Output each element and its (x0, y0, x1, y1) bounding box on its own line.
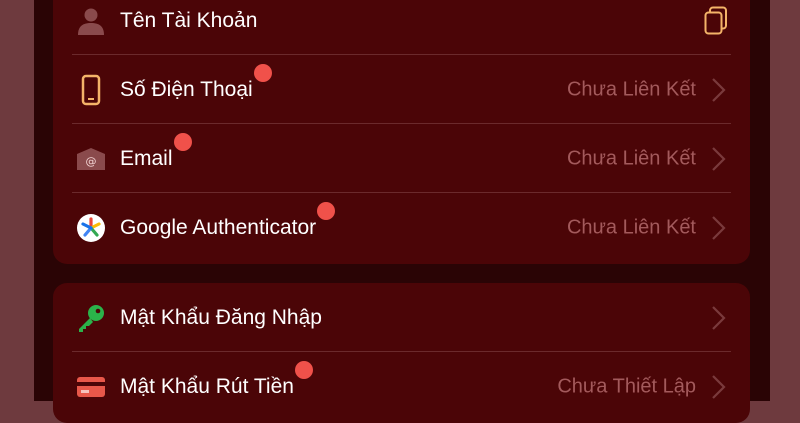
row-account-name[interactable]: Tên Tài Khoản (53, 0, 750, 55)
chevron-right-icon[interactable] (710, 305, 726, 331)
email-icon: @ (74, 142, 108, 176)
notification-dot (173, 132, 192, 151)
notification-dot (317, 201, 336, 220)
row-label: Email (120, 132, 192, 171)
row-label: Mật Khẩu Rút Tiền (120, 360, 313, 399)
user-icon (74, 4, 108, 38)
chevron-right-icon[interactable] (710, 374, 726, 400)
security-section: Mật Khẩu Đăng Nhập Mật Khẩu Rút Tiền Chư… (53, 283, 750, 423)
chevron-right-icon[interactable] (710, 215, 726, 241)
row-login-password[interactable]: Mật Khẩu Đăng Nhập (53, 283, 750, 352)
row-label: Số Điện Thoại (120, 63, 272, 102)
key-icon (74, 301, 108, 335)
row-status: Chưa Liên Kết (566, 78, 696, 100)
chevron-right-icon[interactable] (710, 146, 726, 172)
google-authenticator-icon (74, 211, 108, 245)
row-withdraw-password[interactable]: Mật Khẩu Rút Tiền Chưa Thiết Lập (53, 352, 750, 421)
copy-icon[interactable] (704, 6, 728, 36)
card-icon (74, 370, 108, 404)
chevron-right-icon[interactable] (710, 77, 726, 103)
row-status: Chưa Liên Kết (566, 147, 696, 169)
row-email[interactable]: @ Email Chưa Liên Kết (53, 124, 750, 193)
notification-dot (294, 360, 313, 379)
svg-text:@: @ (86, 155, 97, 168)
account-section: Tên Tài Khoản Số Điện Thoại Chưa Liên Kế… (53, 0, 750, 264)
notification-dot (253, 63, 272, 82)
phone-icon (74, 73, 108, 107)
row-label: Google Authenticator (120, 201, 336, 240)
row-google-authenticator[interactable]: Google Authenticator Chưa Liên Kết (53, 193, 750, 262)
row-phone[interactable]: Số Điện Thoại Chưa Liên Kết (53, 55, 750, 124)
row-label: Mật Khẩu Đăng Nhập (120, 305, 322, 329)
row-status: Chưa Thiết Lập (557, 375, 696, 397)
row-status: Chưa Liên Kết (566, 216, 696, 238)
row-label: Tên Tài Khoản (120, 8, 258, 32)
